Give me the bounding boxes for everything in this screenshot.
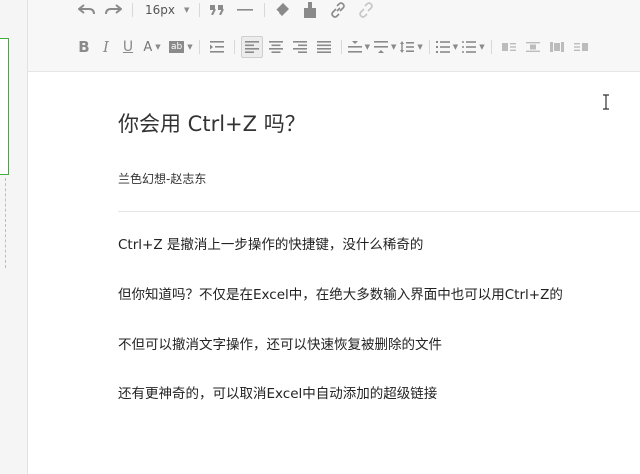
format-brush-icon[interactable]: [299, 0, 321, 21]
image-inline-icon[interactable]: [522, 36, 544, 58]
editor-window: 16px ▼ B I U A ▼ ab ▼ ▼ ▼ ▼ ▼ ▼ 你会用 Ctrl…: [0, 0, 640, 474]
left-panel-dashed-divider: [5, 178, 6, 268]
editor-content-area[interactable]: 你会用 Ctrl+Z 吗？ 兰色幻想-赵志东 Ctrl+Z 是撤消上一步操作的快…: [28, 72, 640, 474]
unlink-icon[interactable]: [355, 0, 377, 21]
redo-icon[interactable]: [102, 0, 124, 21]
image-left-icon[interactable]: [498, 36, 520, 58]
image-right-icon[interactable]: [570, 36, 592, 58]
font-size-value: 16px: [145, 3, 175, 17]
background-color-button[interactable]: ab ▼: [169, 36, 193, 58]
selected-article-card[interactable]: [0, 38, 9, 175]
toolbar-row-2: B I U A ▼ ab ▼ ▼ ▼ ▼ ▼ ▼: [75, 36, 592, 58]
article-author[interactable]: 兰色幻想-赵志东: [118, 170, 206, 187]
toolbar-separator: [199, 3, 201, 17]
article-title[interactable]: 你会用 Ctrl+Z 吗？: [118, 108, 306, 138]
paragraph[interactable]: 不但可以撤消文字操作，还可以快速恢复被删除的文件: [118, 333, 442, 353]
chevron-down-icon: ▼: [155, 43, 161, 51]
font-size-select[interactable]: 16px ▼: [139, 0, 189, 21]
underline-icon[interactable]: U: [119, 36, 137, 58]
undo-icon[interactable]: [76, 0, 98, 21]
chevron-down-icon: ▼: [187, 43, 193, 51]
toolbar-separator: [264, 3, 266, 17]
bold-icon[interactable]: B: [75, 36, 93, 58]
background-color-icon: ab: [169, 41, 185, 53]
align-center-icon[interactable]: [265, 36, 287, 58]
ordered-list-icon[interactable]: ▼: [435, 36, 459, 58]
line-height-icon[interactable]: ▼: [400, 36, 423, 58]
chevron-down-icon: ▼: [391, 43, 397, 51]
chevron-down-icon: ▼: [452, 43, 459, 51]
image-center-icon[interactable]: [546, 36, 568, 58]
italic-icon[interactable]: I: [97, 36, 115, 58]
align-right-icon[interactable]: [289, 36, 311, 58]
align-left-icon[interactable]: [240, 36, 263, 58]
paragraph-spacing-before-icon[interactable]: ▼: [347, 36, 371, 58]
font-color-icon: A: [143, 39, 153, 55]
paragraph-spacing-after-icon[interactable]: ▼: [374, 36, 396, 58]
chevron-down-icon: ▼: [364, 43, 371, 51]
font-color-button[interactable]: A ▼: [141, 36, 163, 58]
blockquote-icon[interactable]: [206, 0, 228, 21]
indent-icon[interactable]: [206, 36, 228, 58]
horizontal-rule-icon[interactable]: [234, 0, 256, 21]
chevron-down-icon: ▼: [417, 43, 423, 51]
link-icon[interactable]: [327, 0, 349, 21]
toolbar-separator: [340, 40, 342, 54]
eraser-icon[interactable]: [271, 0, 293, 21]
left-panel: [0, 0, 28, 474]
editor-toolbar: 16px ▼ B I U A ▼ ab ▼ ▼ ▼ ▼ ▼ ▼: [28, 0, 640, 72]
align-justify-icon[interactable]: [313, 36, 335, 58]
title-divider: [118, 211, 640, 212]
chevron-down-icon: ▼: [184, 6, 190, 14]
toolbar-separator: [132, 3, 133, 17]
paragraph[interactable]: 但你知道吗？不仅是在Excel中，在绝大多数输入界面中也可以用Ctrl+Z的: [118, 283, 563, 303]
chevron-down-icon: ▼: [479, 43, 485, 51]
paragraph[interactable]: Ctrl+Z 是撤消上一步操作的快捷键，没什么稀奇的: [118, 233, 423, 253]
toolbar-row-1: 16px ▼: [76, 0, 377, 21]
paragraph[interactable]: 还有更神奇的，可以取消Excel中自动添加的超级链接: [118, 382, 437, 402]
unordered-list-icon[interactable]: ▼: [462, 36, 485, 58]
toolbar-separator: [233, 40, 235, 54]
toolbar-separator: [198, 40, 200, 54]
toolbar-separator: [490, 40, 492, 54]
text-cursor-icon: [602, 94, 610, 110]
toolbar-separator: [428, 40, 430, 54]
